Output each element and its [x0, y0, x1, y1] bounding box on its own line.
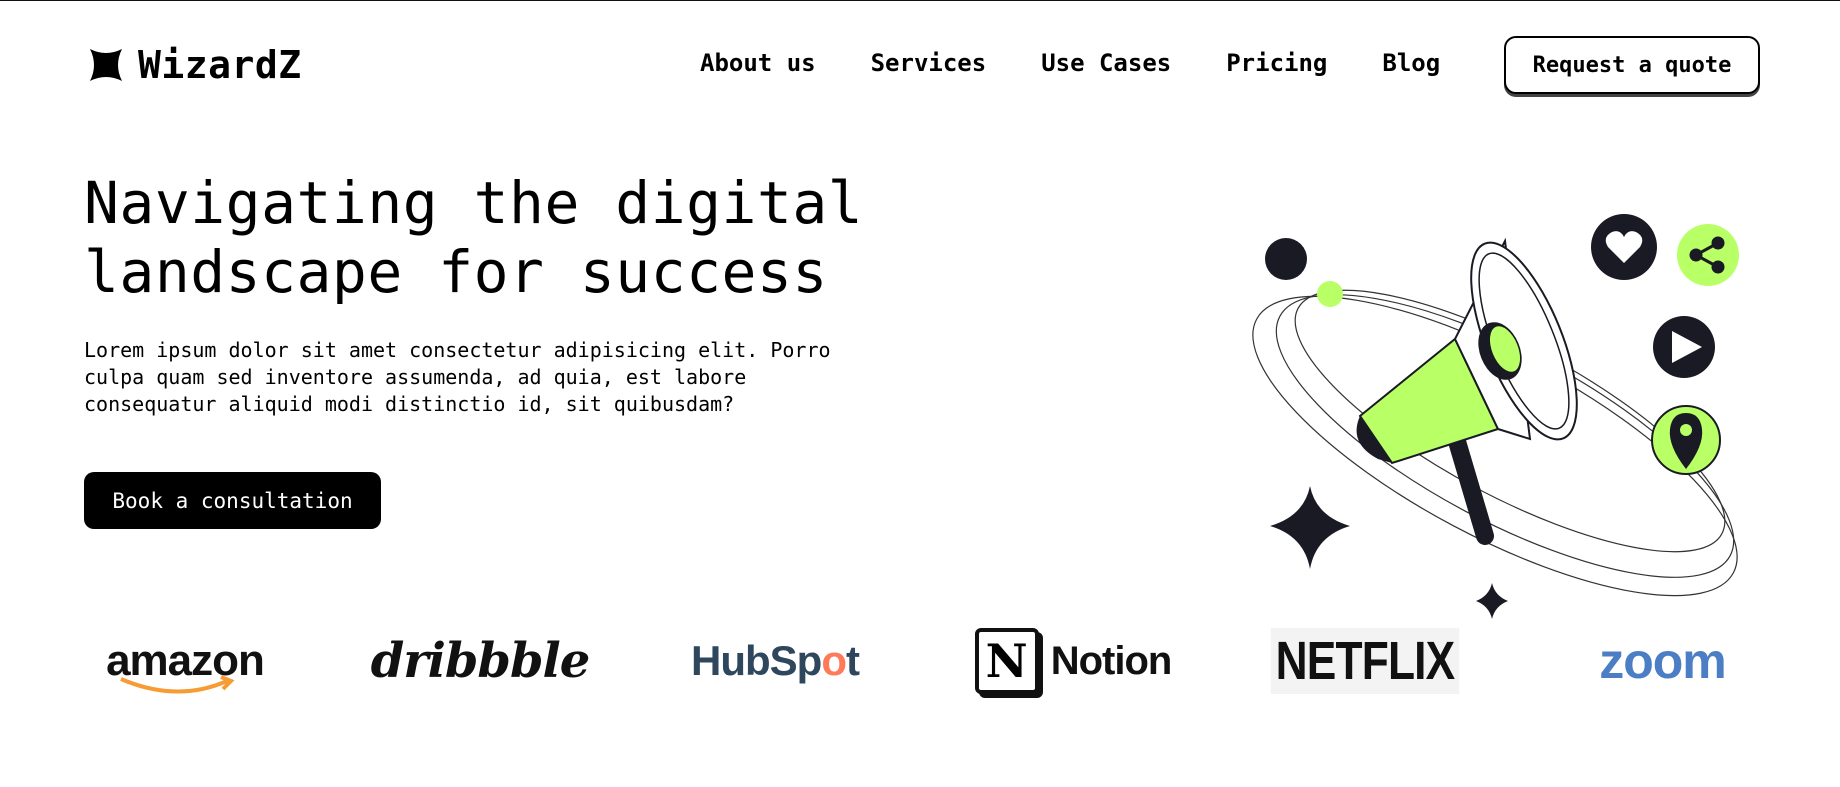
nav-pricing[interactable]: Pricing — [1226, 49, 1327, 77]
amazon-logo: amazon — [95, 611, 275, 711]
nav-use-cases[interactable]: Use Cases — [1041, 49, 1171, 77]
play-badge — [1653, 316, 1715, 378]
hero-title-line-1: Navigating the digital — [84, 169, 864, 237]
notion-mark-icon: N — [974, 628, 1039, 694]
dark-dot — [1265, 238, 1307, 280]
location-badge — [1651, 405, 1721, 475]
sparkle-icon — [1270, 486, 1350, 569]
hero-title-line-2: landscape for success — [84, 238, 828, 306]
amazon-smile-icon — [120, 675, 235, 694]
dribbble-wordmark: dribbble — [370, 633, 591, 689]
netflix-wordmark: NETFLIX — [1270, 628, 1460, 694]
nav-about-us[interactable]: About us — [700, 49, 816, 77]
hero-description: Lorem ipsum dolor sit amet consectetur a… — [84, 338, 831, 416]
hero-title: Navigating the digital landscape for suc… — [84, 169, 984, 307]
share-badge — [1677, 224, 1739, 286]
hero-illustration — [1252, 214, 1739, 619]
netflix-logo: NETFLIX — [1265, 611, 1465, 711]
nav-blog[interactable]: Blog — [1382, 49, 1440, 77]
hubspot-wordmark: HubSpot — [691, 637, 860, 684]
request-quote-button[interactable]: Request a quote — [1504, 36, 1760, 94]
brand-logos: amazon dribbble HubSpot N Notion NETFLIX… — [0, 611, 1840, 711]
notion-wordmark: Notion — [1050, 638, 1173, 683]
zoom-wordmark: zoom — [1599, 633, 1727, 689]
star-logo-icon — [90, 49, 122, 81]
green-dot — [1317, 281, 1343, 307]
main-nav: About us Services Use Cases Pricing Blog — [700, 49, 1440, 77]
notion-logo: N Notion — [968, 611, 1178, 711]
hubspot-logo: HubSpot — [690, 611, 860, 711]
site-logo[interactable]: WizardZ — [88, 43, 302, 87]
brand-name: WizardZ — [138, 43, 302, 87]
heart-badge — [1591, 214, 1657, 280]
dribbble-logo: dribbble — [371, 611, 591, 711]
book-consultation-button[interactable]: Book a consultation — [84, 472, 381, 529]
nav-services[interactable]: Services — [871, 49, 987, 77]
zoom-logo: zoom — [1580, 611, 1745, 711]
